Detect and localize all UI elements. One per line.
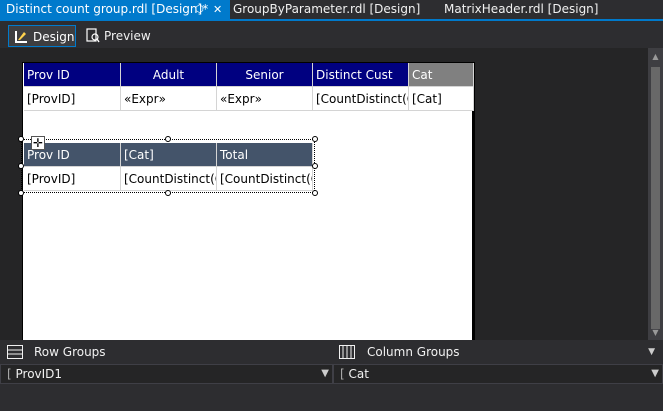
resize-handle[interactable] (312, 190, 318, 196)
column-groups-title: Column Groups (367, 345, 460, 359)
tab-matrixheader[interactable]: MatrixHeader.rdl [Design] (438, 0, 638, 19)
resize-handle[interactable] (312, 163, 318, 169)
tab-label: GroupByParameter.rdl [Design] (233, 2, 421, 16)
scroll-up-arrow-icon[interactable]: ▲ (648, 50, 663, 64)
pin-icon[interactable]: ⬡ (195, 0, 204, 19)
design-icon (15, 31, 27, 43)
design-label: Design (33, 30, 75, 44)
pane-dropdown-icon[interactable]: ▼ (648, 340, 655, 364)
table2-data-cell[interactable]: [ProvID] (24, 167, 121, 191)
table1-data-cell[interactable]: «Expr» (121, 87, 217, 111)
tab-label: MatrixHeader.rdl [Design] (444, 2, 599, 16)
dropdown-arrow-icon[interactable]: ▼ (651, 365, 659, 383)
table2-data-cell[interactable]: [CountDistinct(C (217, 167, 313, 191)
row-group-item[interactable]: [ ProvID1 ▼ (0, 364, 333, 384)
table1-data-cell[interactable]: [Cat] (409, 87, 474, 111)
table1-header-cell[interactable]: Prov ID (24, 63, 121, 87)
row-groups-icon (7, 345, 23, 359)
group-bracket-icon: [ (7, 367, 16, 381)
column-group-label: Cat (348, 367, 369, 381)
table2-header-cell[interactable]: [Cat] (121, 143, 217, 167)
scrollbar-thumb[interactable] (651, 67, 660, 329)
tab-label: Distinct count group.rdl [Design]* (6, 2, 209, 16)
resize-handle[interactable] (312, 136, 318, 142)
resize-handle[interactable] (165, 190, 171, 196)
column-group-item[interactable]: [ Cat ▼ (333, 364, 663, 384)
column-groups-header: Column Groups ▼ (333, 340, 663, 364)
table2-data-cell[interactable]: [CountDistinct(C (121, 167, 217, 191)
tab-accent-line (0, 19, 663, 21)
close-icon[interactable]: ✕ (213, 0, 222, 19)
grouping-pane-body (0, 384, 663, 411)
preview-label: Preview (104, 29, 151, 43)
preview-icon (86, 28, 100, 43)
table1-header-cell[interactable]: Adult (121, 63, 217, 87)
design-view-button[interactable]: Design (8, 25, 76, 47)
table1-header-cell[interactable]: Distinct Cust (313, 63, 409, 87)
tab-groupbyparameter[interactable]: GroupByParameter.rdl [Design] (227, 0, 427, 19)
row-groups-header: Row Groups (0, 340, 333, 364)
resize-handle[interactable] (165, 136, 171, 142)
table2-header-cell[interactable]: Total (217, 143, 313, 167)
table1-header-cell[interactable]: Cat (409, 63, 474, 87)
resize-handle[interactable] (18, 163, 24, 169)
table1-data-cell[interactable]: [ProvID] (24, 87, 121, 111)
row-group-label: ProvID1 (15, 367, 63, 381)
group-bracket-icon: [ (340, 367, 349, 381)
resize-handle[interactable] (18, 190, 24, 196)
column-groups-icon (339, 345, 355, 359)
table1-data-cell[interactable]: «Expr» (217, 87, 313, 111)
row-groups-title: Row Groups (34, 345, 106, 359)
dropdown-arrow-icon[interactable]: ▼ (321, 365, 329, 383)
tab-distinct-count-group[interactable]: Distinct count group.rdl [Design]* ⬡ ✕ (0, 0, 230, 19)
resize-handle[interactable] (18, 136, 24, 142)
table1-header-cell[interactable]: Senior (217, 63, 313, 87)
table1-data-cell[interactable]: [CountDistinct(C (313, 87, 409, 111)
preview-view-button[interactable]: Preview (80, 25, 155, 47)
scroll-down-arrow-icon[interactable]: ▼ (648, 326, 663, 340)
move-handle-icon[interactable]: ✛ (31, 136, 45, 150)
